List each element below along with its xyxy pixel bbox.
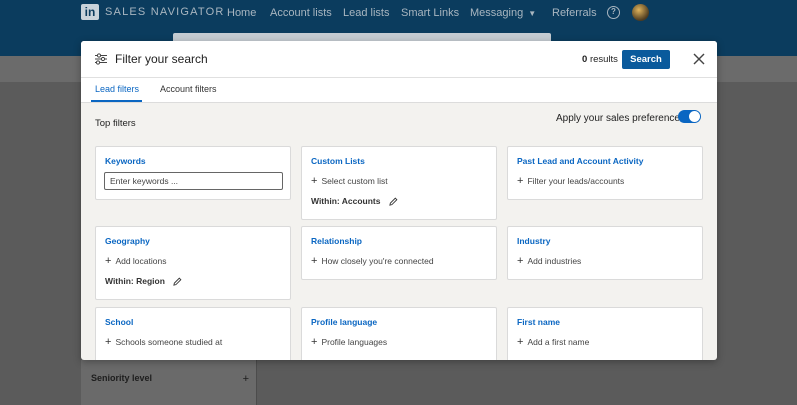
select-custom-list-label: Select custom list <box>321 176 388 186</box>
add-first-name-label: Add a first name <box>527 337 590 347</box>
keywords-filter-card: Keywords <box>95 146 291 200</box>
search-button[interactable]: Search <box>622 50 670 69</box>
sales-preferences-toggle[interactable] <box>678 110 701 123</box>
add-locations-label: Add locations <box>115 256 167 266</box>
nav-smart-links[interactable]: Smart Links <box>401 7 459 19</box>
results-count: 0 results <box>582 54 618 65</box>
section-title: Top filters <box>95 118 136 129</box>
close-icon[interactable] <box>692 52 706 66</box>
pencil-icon[interactable] <box>173 277 182 286</box>
custom-lists-title: Custom Lists <box>311 156 365 166</box>
results-number: 0 <box>582 54 588 65</box>
school-filter-card: School + Schools someone studied at <box>95 307 291 360</box>
avatar[interactable] <box>632 4 649 21</box>
plus-icon: + <box>242 373 249 385</box>
within-region-label: Within: Region <box>105 276 165 286</box>
nav-messaging[interactable]: Messaging ▼ <box>470 7 536 19</box>
add-industries-label: Add industries <box>527 256 582 266</box>
nav-referrals[interactable]: Referrals <box>552 7 597 19</box>
chevron-down-icon: ▼ <box>528 9 537 18</box>
sales-navigator-logo[interactable]: in SALES NAVIGATOR <box>81 4 224 20</box>
plus-icon: + <box>105 255 112 267</box>
add-profile-languages-button[interactable]: + Profile languages <box>311 336 388 348</box>
nav-home[interactable]: Home <box>227 7 256 19</box>
modal-title: Filter your search <box>115 52 208 66</box>
results-label: results <box>589 54 618 65</box>
within-accounts: Within: Accounts <box>311 196 398 206</box>
sliders-icon <box>95 53 107 65</box>
filter-tabs: Lead filters Account filters <box>81 78 717 103</box>
relationship-filter-card: Relationship + How closely you're connect… <box>301 226 497 280</box>
add-locations-button[interactable]: + Add locations <box>105 255 167 267</box>
nav-account-lists[interactable]: Account lists <box>270 7 332 19</box>
filter-search-modal: Filter your search 0 results Search Lead… <box>81 41 717 360</box>
add-profile-languages-label: Profile languages <box>321 337 388 347</box>
plus-icon: + <box>517 175 524 187</box>
add-schools-label: Schools someone studied at <box>115 337 223 347</box>
linkedin-logo-icon: in <box>81 4 99 20</box>
toggle-knob <box>689 111 700 122</box>
relationship-title: Relationship <box>311 236 363 246</box>
keywords-title: Keywords <box>105 156 146 166</box>
filter-leads-accounts-label: Filter your leads/accounts <box>527 176 625 186</box>
plus-icon: + <box>311 255 318 267</box>
tab-lead-filters[interactable]: Lead filters <box>95 84 139 94</box>
industry-filter-card: Industry + Add industries <box>507 226 703 280</box>
keywords-input[interactable] <box>104 172 283 190</box>
within-region: Within: Region <box>105 276 182 286</box>
profile-language-title: Profile language <box>311 317 378 327</box>
custom-lists-filter-card: Custom Lists + Select custom list Within:… <box>301 146 497 220</box>
industry-title: Industry <box>517 236 551 246</box>
past-activity-title: Past Lead and Account Activity <box>517 156 644 166</box>
help-icon[interactable]: ? <box>607 6 620 19</box>
add-industries-button[interactable]: + Add industries <box>517 255 582 267</box>
add-schools-button[interactable]: + Schools someone studied at <box>105 336 223 348</box>
geography-title: Geography <box>105 236 150 246</box>
tab-account-filters[interactable]: Account filters <box>160 84 217 94</box>
plus-icon: + <box>311 336 318 348</box>
nav-lead-lists[interactable]: Lead lists <box>343 7 389 19</box>
first-name-title: First name <box>517 317 560 327</box>
filter-leads-accounts-button[interactable]: + Filter your leads/accounts <box>517 175 625 187</box>
relationship-button[interactable]: + How closely you're connected <box>311 255 434 267</box>
add-first-name-button[interactable]: + Add a first name <box>517 336 590 348</box>
navbar-row: in SALES NAVIGATOR Home Account lists Le… <box>0 0 797 28</box>
relationship-label: How closely you're connected <box>321 256 434 266</box>
profile-language-filter-card: Profile language + Profile languages <box>301 307 497 360</box>
select-custom-list-button[interactable]: + Select custom list <box>311 175 388 187</box>
background-filter-panel: Seniority level + <box>81 360 257 405</box>
geography-filter-card: Geography + Add locations Within: Region <box>95 226 291 300</box>
plus-icon: + <box>105 336 112 348</box>
past-activity-filter-card: Past Lead and Account Activity + Filter y… <box>507 146 703 200</box>
school-title: School <box>105 317 134 327</box>
within-accounts-label: Within: Accounts <box>311 196 381 206</box>
active-tab-indicator <box>91 100 142 102</box>
seniority-level-filter[interactable]: Seniority level + <box>91 373 249 385</box>
pencil-icon[interactable] <box>388 197 398 206</box>
brand-name: SALES NAVIGATOR <box>105 6 225 18</box>
plus-icon: + <box>517 255 524 267</box>
plus-icon: + <box>311 175 318 187</box>
seniority-level-label: Seniority level <box>91 373 153 383</box>
first-name-filter-card: First name + Add a first name <box>507 307 703 360</box>
sales-preferences-label: Apply your sales preferences <box>556 113 685 124</box>
nav-messaging-label: Messaging <box>470 7 524 19</box>
plus-icon: + <box>517 336 524 348</box>
modal-header: Filter your search 0 results Search <box>81 41 717 78</box>
